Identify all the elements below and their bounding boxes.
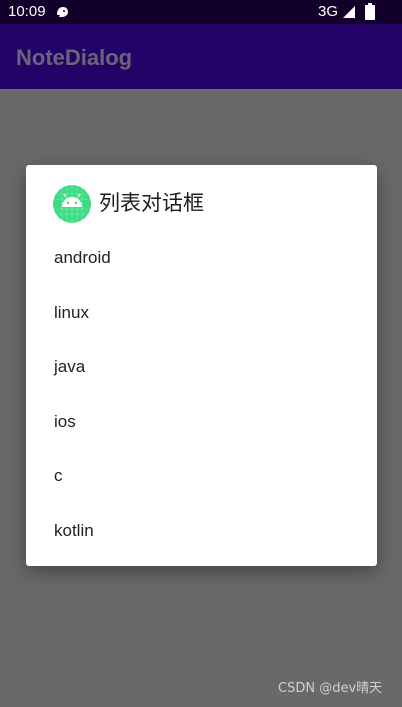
list-item-label: c: [54, 466, 63, 485]
list-item-ios[interactable]: ios: [26, 395, 377, 449]
watermark: CSDN @dev晴天: [278, 681, 383, 696]
list-item-kotlin[interactable]: kotlin: [26, 504, 377, 558]
list-item-label: android: [54, 248, 111, 267]
battery-icon: [365, 3, 375, 20]
list-item-label: ios: [54, 412, 76, 431]
app-title: NoteDialog: [16, 45, 133, 70]
status-time: 10:09: [8, 3, 46, 20]
list-item-android[interactable]: android: [26, 231, 377, 285]
list-item-c[interactable]: c: [26, 449, 377, 503]
cat-notification-icon: [57, 7, 68, 17]
signal-icon: [343, 6, 355, 18]
list-item-label: kotlin: [54, 521, 94, 540]
list-item-java[interactable]: java: [26, 340, 377, 394]
network-type: 3G: [318, 3, 339, 20]
list-item-label: linux: [54, 303, 89, 322]
list-item-label: java: [54, 357, 86, 376]
status-bar: 10:09 3G: [0, 0, 402, 24]
list-dialog: 列表对话框 android linux java ios c kotlin: [26, 165, 377, 566]
app-bar: NoteDialog: [0, 24, 402, 89]
list-item-linux[interactable]: linux: [26, 286, 377, 340]
dialog-title: 列表对话框: [99, 191, 204, 215]
android-robot-icon: [53, 185, 91, 223]
